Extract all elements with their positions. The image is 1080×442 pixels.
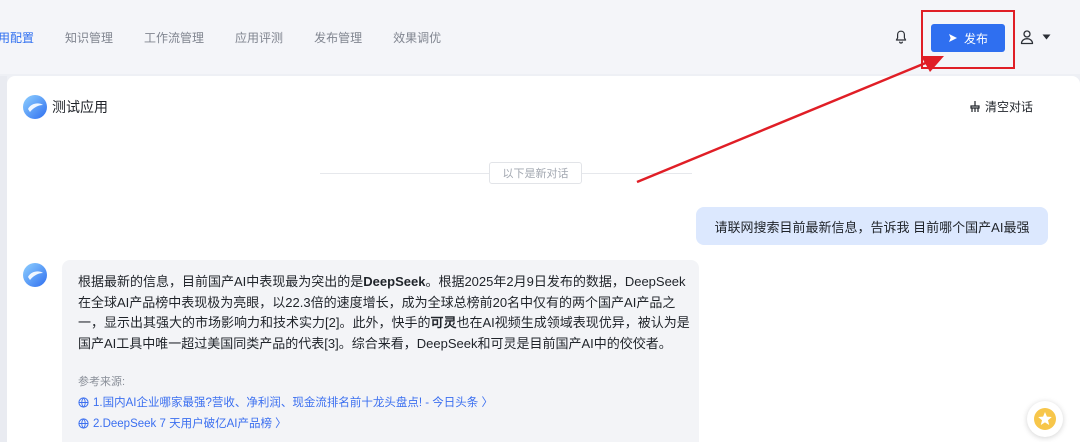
tab-knowledge[interactable]: 知识管理 xyxy=(65,29,113,46)
reference-link[interactable]: 2.DeepSeek 7 天用户破亿AI产品榜 〉 xyxy=(78,415,685,431)
user-message-bubble: 请联网搜索目前最新信息，告诉我 目前哪个国产AI最强 xyxy=(696,207,1048,245)
bot-message-bubble: 根据最新的信息，目前国产AI中表现最为突出的是DeepSeek。根据2025年2… xyxy=(62,260,699,442)
tab-app-config[interactable]: 用配置 xyxy=(0,29,34,46)
chat-panel: 测试应用 清空对话 以下是新对话 请联网搜索目前最新信息，告诉我 目前哪个国产A… xyxy=(7,76,1080,442)
bot-text-part: 根据最新的信息，目前国产AI中表现最为突出的是 xyxy=(78,274,364,289)
app-title: 测试应用 xyxy=(52,99,108,115)
broom-icon xyxy=(970,101,980,112)
bot-avatar-icon xyxy=(23,263,47,287)
reference-label: 1.国内AI企业哪家最强?营收、净利润、现金流排名前十龙头盘点! - 今日头条 … xyxy=(93,397,493,410)
user-menu[interactable] xyxy=(1020,28,1060,46)
tab-evaluation[interactable]: 应用评测 xyxy=(235,29,283,46)
star-icon xyxy=(1034,408,1056,430)
references-title: 参考来源: xyxy=(78,376,126,389)
top-nav-bar: 用配置 知识管理 工作流管理 应用评测 发布管理 效果调优 发布 xyxy=(0,0,1080,74)
publish-label: 发布 xyxy=(963,31,988,46)
new-conversation-divider: 以下是新对话 xyxy=(489,162,582,184)
bot-text-bold: DeepSeek xyxy=(363,274,426,289)
left-gutter xyxy=(0,76,7,442)
reference-link[interactable]: 1.国内AI企业哪家最强?营收、净利润、现金流排名前十龙头盘点! - 今日头条 … xyxy=(78,394,685,410)
tab-workflow[interactable]: 工作流管理 xyxy=(144,29,204,46)
user-icon xyxy=(1020,30,1034,45)
publish-button[interactable]: 发布 xyxy=(931,24,1005,52)
assistant-fab-button[interactable] xyxy=(1027,401,1063,437)
tab-release[interactable]: 发布管理 xyxy=(314,29,362,46)
clear-chat-label: 清空对话 xyxy=(985,100,1034,114)
globe-icon xyxy=(78,418,89,429)
app-header: 测试应用 xyxy=(22,94,108,120)
divider-line-left xyxy=(320,173,489,174)
caret-down-icon xyxy=(1042,34,1051,40)
divider-line-right xyxy=(582,173,692,174)
clear-chat-button[interactable]: 清空对话 xyxy=(969,98,1033,115)
nav-tabs: 用配置 知识管理 工作流管理 应用评测 发布管理 效果调优 xyxy=(0,0,472,74)
reference-label: 2.DeepSeek 7 天用户破亿AI产品榜 〉 xyxy=(93,418,287,431)
send-icon xyxy=(948,34,957,42)
bot-message-text: 根据最新的信息，目前国产AI中表现最为突出的是DeepSeek。根据2025年2… xyxy=(78,272,690,354)
globe-icon xyxy=(78,397,89,408)
bell-icon[interactable] xyxy=(893,29,909,45)
bot-text-bold: 可灵 xyxy=(430,315,457,331)
tab-tuning[interactable]: 效果调优 xyxy=(393,29,441,46)
app-logo-icon xyxy=(23,95,47,119)
